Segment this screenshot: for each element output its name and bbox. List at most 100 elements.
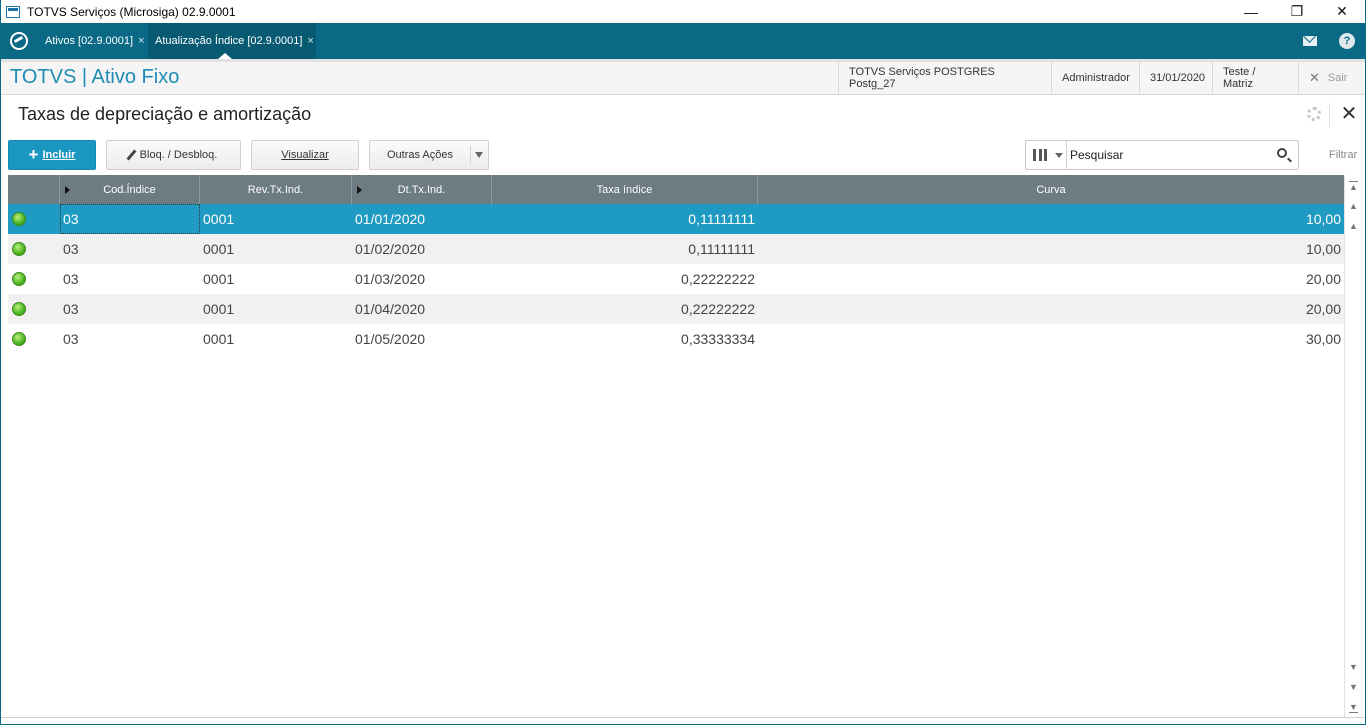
app-window-icon [6,5,20,18]
status-green-icon [12,332,26,346]
module-header: TOTVS | Ativo Fixo TOTVS Serviços POSTGR… [1,59,1365,95]
column-header-dt-tx-ind[interactable]: Dt.Tx.Ind. [352,175,492,204]
totvs-logo-icon[interactable] [10,32,28,50]
scroll-page-down-icon[interactable]: ▼ [1345,679,1362,695]
search-input[interactable] [1070,145,1270,165]
search-icon[interactable] [1277,148,1287,158]
block-unblock-button[interactable]: Bloq. / Desbloq. [106,140,241,170]
user-label: Administrador [1051,62,1139,94]
gear-icon[interactable] [1307,107,1321,121]
table-row[interactable]: 03 0001 01/01/2020 0,11111111 10,00 [8,204,1344,234]
tab-close-icon[interactable]: × [138,35,144,47]
block-label: Bloq. / Desbloq. [139,149,218,161]
column-header-label: Dt.Tx.Ind. [397,183,446,196]
window-title: TOTVS Serviços (Microsiga) 02.9.0001 [27,4,236,19]
cell-taxa[interactable]: 0,22222222 [498,264,755,294]
data-grid: Cod.Índice Rev.Tx.Ind. Dt.Tx.Ind. Taxa í… [8,175,1344,717]
columns-icon [1033,149,1047,161]
divider [1329,103,1330,127]
page-title: Taxas de depreciação e amortização [18,104,312,124]
exit-icon: ✕ [1309,70,1320,85]
more-actions-button[interactable]: Outras Ações [369,140,489,170]
sort-indicator-icon [65,186,70,194]
cell-taxa[interactable]: 0,11111111 [498,204,755,234]
cell-date[interactable]: 01/01/2020 [355,204,485,234]
table-row[interactable]: 03 0001 01/04/2020 0,22222222 20,00 [8,294,1344,324]
cell-curva[interactable]: 10,00 [768,204,1341,234]
cell-curva[interactable]: 20,00 [768,294,1341,324]
scroll-up-icon[interactable]: ▲ [1345,218,1362,234]
column-header-status[interactable] [8,175,60,204]
exit-label: Sair [1327,72,1348,84]
cell-cod[interactable]: 03 [63,234,193,264]
search-box [1025,140,1299,170]
cell-curva[interactable]: 30,00 [768,324,1341,354]
environment-label: TOTVS Serviços POSTGRES Postg_27 [838,62,1051,94]
divider [470,146,471,164]
window-titlebar: TOTVS Serviços (Microsiga) 02.9.0001 — ❐… [1,0,1365,23]
status-green-icon [12,242,26,256]
plus-icon: + [28,145,39,164]
tab-label: Atualização Índice [02.9.0001] [155,35,303,47]
include-label: Incluir [42,149,76,161]
help-icon[interactable]: ? [1338,32,1356,50]
grid-header: Cod.Índice Rev.Tx.Ind. Dt.Tx.Ind. Taxa í… [8,175,1344,204]
table-row[interactable]: 03 0001 01/05/2020 0,33333334 30,00 [8,324,1344,354]
cell-rev[interactable]: 0001 [203,324,343,354]
mail-icon[interactable] [1301,32,1319,50]
divider [1,717,1365,718]
more-actions-label: Outras Ações [386,149,454,161]
view-button[interactable]: Visualizar [251,140,359,170]
cell-taxa[interactable]: 0,22222222 [498,294,755,324]
tab-close-icon[interactable]: × [307,35,313,47]
cell-date[interactable]: 01/02/2020 [355,234,485,264]
cell-rev[interactable]: 0001 [203,264,343,294]
view-label: Visualizar [281,149,329,161]
cell-date[interactable]: 01/03/2020 [355,264,485,294]
exit-button[interactable]: ✕ Sair [1298,62,1365,94]
scroll-top-icon[interactable]: ▲ [1345,179,1362,195]
cell-rev[interactable]: 0001 [203,204,343,234]
cell-date[interactable]: 01/04/2020 [355,294,485,324]
close-page-icon[interactable]: ✕ [1339,103,1359,125]
cell-taxa[interactable]: 0,11111111 [498,234,755,264]
table-row[interactable]: 03 0001 01/02/2020 0,11111111 10,00 [8,234,1344,264]
column-header-cod-indice[interactable]: Cod.Índice [60,175,200,204]
vertical-scrollbar[interactable]: ▲ ▲ ▲ ▼ ▼ ▼ [1344,175,1362,717]
cell-cod[interactable]: 03 [63,294,193,324]
cell-curva[interactable]: 20,00 [768,264,1341,294]
tab-atualizacao-indice[interactable]: Atualização Índice [02.9.0001] × [148,23,316,59]
cell-taxa[interactable]: 0,33333334 [498,324,755,354]
table-row[interactable]: 03 0001 01/03/2020 0,22222222 20,00 [8,264,1344,294]
status-green-icon [12,212,26,226]
cell-cod[interactable]: 03 [63,264,193,294]
column-header-rev-tx-ind[interactable]: Rev.Tx.Ind. [200,175,352,204]
filter-link[interactable]: Filtrar [1329,149,1357,161]
tab-label: Ativos [02.9.0001] [45,35,134,47]
cell-date[interactable]: 01/05/2020 [355,324,485,354]
pencil-icon [126,149,137,161]
scroll-down-icon[interactable]: ▼ [1345,659,1362,675]
scroll-page-up-icon[interactable]: ▲ [1345,198,1362,214]
minimize-button[interactable]: — [1228,0,1274,23]
include-button[interactable]: + Incluir [8,140,96,170]
tab-bar: Ativos [02.9.0001] × Atualização Índice … [1,23,1365,59]
close-window-button[interactable]: ✕ [1319,0,1365,23]
column-selector[interactable] [1026,141,1067,169]
cell-curva[interactable]: 10,00 [768,234,1341,264]
cell-cod[interactable]: 03 [63,204,193,234]
column-header-taxa-indice[interactable]: Taxa índice [492,175,758,204]
status-green-icon [12,272,26,286]
column-header-curva[interactable]: Curva [758,175,1344,204]
date-label: 31/01/2020 [1139,62,1212,94]
sort-indicator-icon [357,186,362,194]
status-green-icon [12,302,26,316]
restore-button[interactable]: ❐ [1274,0,1320,23]
cell-rev[interactable]: 0001 [203,234,343,264]
tab-ativos[interactable]: Ativos [02.9.0001] × [38,23,149,59]
branch-label: Teste / Matriz [1212,62,1298,94]
scroll-bottom-icon[interactable]: ▼ [1345,699,1362,715]
cell-cod[interactable]: 03 [63,324,193,354]
chevron-down-icon [475,152,483,158]
cell-rev[interactable]: 0001 [203,294,343,324]
